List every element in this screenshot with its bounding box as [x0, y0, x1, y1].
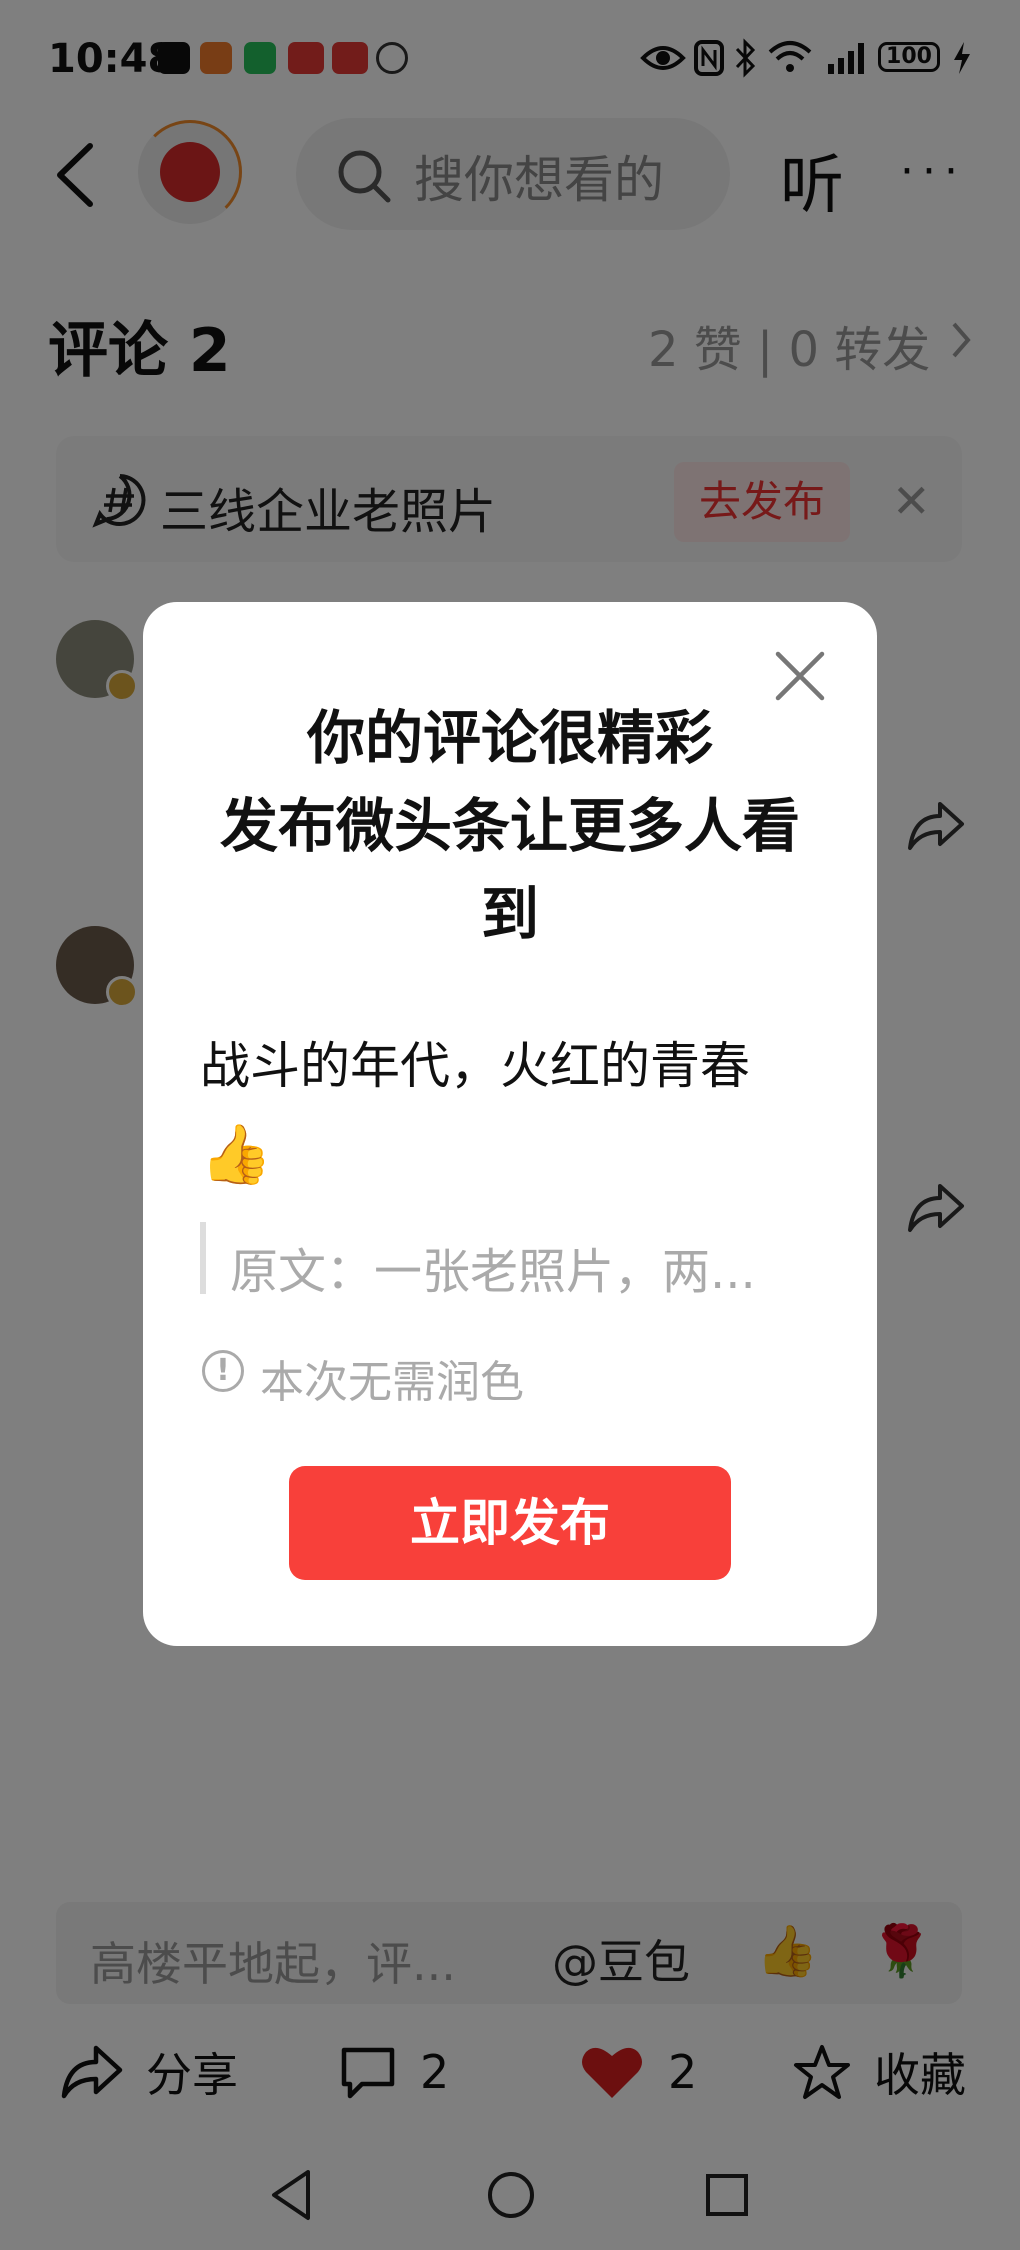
quote-divider	[200, 1222, 206, 1294]
no-polish-notice: 本次无需润色	[260, 1357, 524, 1408]
info-icon: !	[202, 1350, 244, 1392]
dim-overlay	[0, 0, 1020, 100]
dialog-title-line3: 到	[480, 880, 539, 948]
publish-now-button[interactable]: 立即发布	[289, 1466, 731, 1580]
dialog-title: 你的评论很精彩 发布微头条让更多人看 到	[143, 694, 877, 958]
dim-overlay	[0, 2140, 1020, 2250]
dialog-title-line2: 发布微头条让更多人看	[219, 792, 800, 860]
comment-text: 战斗的年代，火红的青春	[200, 1037, 750, 1095]
dialog-title-line1: 你的评论很精彩	[306, 704, 713, 772]
original-quote-text: 原文：一张老照片，两...	[230, 1244, 756, 1300]
dialog-comment-text: 战斗的年代，火红的青春 👍	[200, 1022, 780, 1198]
comment-emoji: 👍	[200, 1120, 273, 1188]
